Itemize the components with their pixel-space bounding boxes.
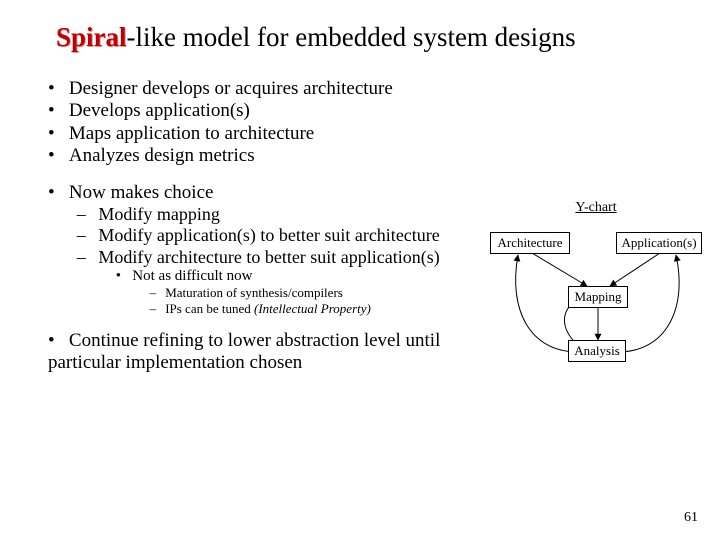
bullet-5c1: Not as difficult now Maturation of synth… xyxy=(116,268,488,316)
title-emph: Spiral xyxy=(56,22,127,52)
bullet-5: Now makes choice Modify mapping Modify a… xyxy=(48,182,488,316)
page-number: 61 xyxy=(684,510,698,526)
slide-title: Spiral-like model for embedded system de… xyxy=(0,0,720,53)
box-mapping: Mapping xyxy=(568,286,628,308)
box-analysis: Analysis xyxy=(568,340,626,362)
bullet-5c1b: IPs can be tuned (Intellectual Property) xyxy=(150,301,488,316)
box-applications: Application(s) xyxy=(616,232,702,254)
bullet-5b: Modify application(s) to better suit arc… xyxy=(77,225,488,246)
bullet-5a: Modify mapping xyxy=(77,204,488,225)
bullet-1: Designer develops or acquires architectu… xyxy=(48,78,488,100)
title-rest: -like model for embedded system designs xyxy=(127,22,576,52)
bullet-3: Maps application to architecture xyxy=(48,123,488,145)
bullet-6: Continue refining to lower abstraction l… xyxy=(48,330,488,375)
bullet-4: Analyzes design metrics xyxy=(48,145,488,167)
bullet-5c: Modify architecture to better suit appli… xyxy=(77,247,488,317)
box-architecture: Architecture xyxy=(490,232,570,254)
y-chart-diagram: Y-chart Architecture Application(s) Mapp… xyxy=(490,200,702,385)
bullet-2: Develops application(s) xyxy=(48,100,488,122)
bullet-5c1a: Maturation of synthesis/compilers xyxy=(150,285,488,300)
content-block: Designer develops or acquires architectu… xyxy=(48,78,488,375)
